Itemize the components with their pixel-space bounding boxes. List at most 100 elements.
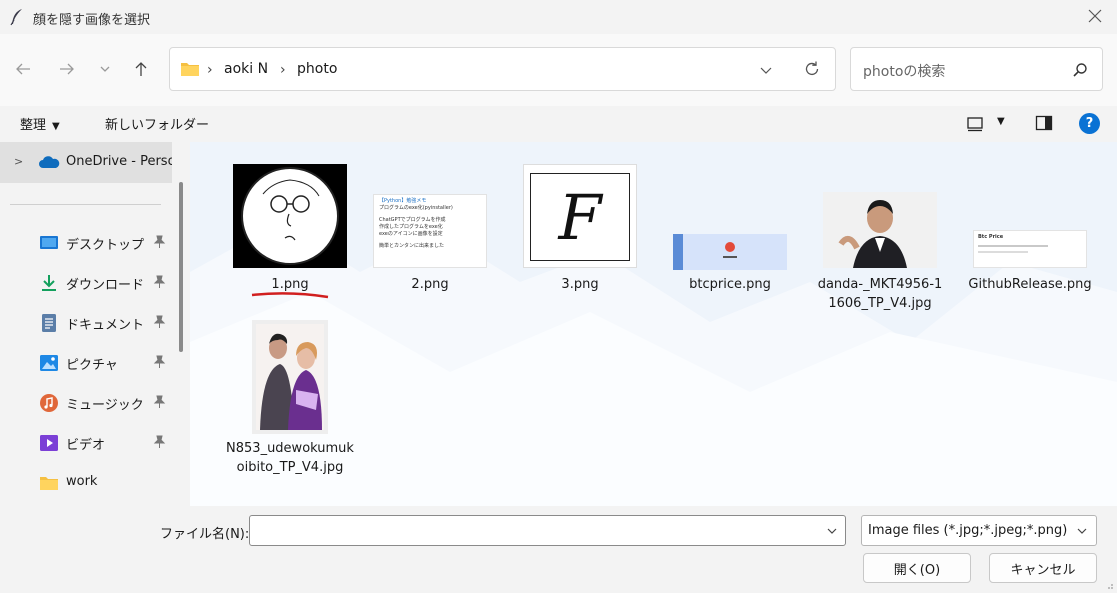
- face-sketch-image: [241, 167, 339, 265]
- search-icon[interactable]: [1072, 62, 1088, 78]
- new-folder-button[interactable]: 新しいフォルダー: [105, 114, 209, 133]
- filename-input[interactable]: [249, 515, 846, 546]
- refresh-icon[interactable]: [803, 60, 821, 78]
- file-item[interactable]: btcprice.png: [665, 164, 795, 292]
- sidebar-item-downloads[interactable]: ダウンロード: [0, 265, 172, 301]
- caret-down-icon: ▼: [52, 121, 60, 132]
- pin-icon: [153, 275, 166, 288]
- file-name: GithubRelease.png: [968, 277, 1092, 292]
- title-bar: 顔を隠す画像を選択: [0, 0, 1117, 34]
- file-item[interactable]: F 3.png: [515, 164, 645, 292]
- sidebar-item-label: ミュージック: [66, 398, 144, 413]
- navigation-pane: > OneDrive - Personal デスクトップ ダウンロード ドキュメ…: [0, 142, 190, 506]
- sidebar-item-label: デスクトップ: [66, 238, 145, 253]
- file-name: 3.png: [561, 277, 599, 292]
- thumbnail-text: 簡単とカンタンに出来ました: [379, 243, 445, 249]
- help-button[interactable]: ?: [1079, 113, 1100, 134]
- sidebar-item-onedrive[interactable]: > OneDrive - Personal: [0, 142, 172, 183]
- file-item[interactable]: N853_udewokumukoibito_TP_V4.jpg: [225, 320, 355, 475]
- sidebar-scrollbar[interactable]: [179, 182, 183, 352]
- music-icon: [40, 394, 58, 412]
- sidebar-item-label: work: [66, 474, 98, 489]
- image-thumbnail: Btc Price: [973, 230, 1087, 268]
- search-placeholder: photoの検索: [863, 64, 946, 80]
- back-button[interactable]: [12, 58, 34, 80]
- arrow-right-icon: [60, 63, 74, 75]
- file-item[interactable]: 【Python】勉強メモ プログラムのexe化(pyinstaller) Cha…: [365, 164, 495, 292]
- preview-pane-icon[interactable]: [1035, 115, 1053, 131]
- sidebar-item-pictures[interactable]: ピクチャ: [0, 345, 172, 381]
- banner-image: [673, 234, 787, 270]
- breadcrumb-aoki[interactable]: aoki N: [224, 61, 268, 77]
- image-thumbnail: F: [523, 164, 637, 268]
- file-item[interactable]: danda-_MKT4956-11606_TP_V4.jpg: [815, 164, 945, 311]
- image-thumbnail: [233, 164, 347, 268]
- chevron-down-icon: [100, 66, 110, 72]
- sidebar-item-label: ダウンロード: [66, 278, 145, 293]
- up-button[interactable]: [130, 58, 152, 80]
- address-bar[interactable]: › aoki N › photo: [169, 47, 836, 91]
- sidebar-item-documents[interactable]: ドキュメント: [0, 305, 172, 341]
- document-icon: [42, 314, 56, 332]
- chevron-right-icon[interactable]: >: [14, 155, 23, 168]
- filetype-select[interactable]: Image files (*.jpg;*.jpeg;*.png): [861, 515, 1097, 546]
- sidebar-item-videos[interactable]: ビデオ: [0, 425, 172, 461]
- image-thumbnail: 【Python】勉強メモ プログラムのexe化(pyinstaller) Cha…: [373, 194, 487, 268]
- file-name: N853_udewokumukoibito_TP_V4.jpg: [226, 441, 354, 475]
- close-icon[interactable]: [1085, 6, 1105, 26]
- folder-icon: [181, 63, 199, 76]
- file-item[interactable]: Btc Price GithubRelease.png: [965, 164, 1095, 292]
- filename-label: ファイル名(N):: [160, 527, 250, 542]
- forward-button[interactable]: [56, 58, 78, 80]
- feather-icon: [10, 9, 22, 26]
- thumbnail-text: プログラムのexe化(pyinstaller): [379, 205, 453, 211]
- sidebar-item-desktop[interactable]: デスクトップ: [0, 225, 172, 261]
- file-name: btcprice.png: [689, 277, 771, 292]
- pin-icon: [153, 355, 166, 368]
- download-icon: [42, 275, 56, 291]
- breadcrumb-photo[interactable]: photo: [297, 61, 337, 77]
- thumbnail-text: ChatGPTでプログラムを作成: [379, 217, 446, 223]
- cloud-icon: [39, 156, 60, 168]
- pin-icon: [153, 235, 166, 248]
- command-bar: 整理 ▼ 新しいフォルダー ▼ ?: [0, 106, 1117, 142]
- pictures-icon: [40, 355, 58, 371]
- organize-menu[interactable]: 整理 ▼: [20, 114, 60, 133]
- thumbnail-line: [978, 245, 1048, 247]
- recent-locations-button[interactable]: [94, 58, 116, 80]
- sidebar-item-label: ドキュメント: [66, 318, 145, 333]
- file-list: 1.png 【Python】勉強メモ プログラムのexe化(pyinstalle…: [190, 142, 1117, 506]
- letter-glyph: F: [530, 173, 630, 261]
- thumbnail-text: Btc Price: [978, 234, 1004, 240]
- caret-down-icon[interactable]: ▼: [997, 116, 1005, 127]
- image-thumbnail: [823, 192, 937, 268]
- organize-label: 整理: [20, 118, 47, 133]
- sidebar-divider: [10, 204, 161, 205]
- pin-icon: [153, 315, 166, 328]
- chevron-down-icon[interactable]: [758, 62, 774, 78]
- view-mode-icon[interactable]: [966, 116, 984, 132]
- sidebar-item-music[interactable]: ミュージック: [0, 385, 172, 421]
- chevron-down-icon[interactable]: [825, 524, 839, 538]
- thumbnail-text: 【Python】勉強メモ: [379, 198, 427, 204]
- arrow-left-icon: [16, 63, 30, 75]
- desktop-icon: [40, 236, 58, 249]
- couple-photo: [252, 320, 328, 434]
- pin-icon: [153, 395, 166, 408]
- filetype-label: Image files (*.jpg;*.jpeg;*.png): [868, 523, 1068, 538]
- sidebar-item-work[interactable]: work: [0, 465, 172, 501]
- dialog-footer: ファイル名(N): Image files (*.jpg;*.jpeg;*.pn…: [0, 506, 1117, 593]
- search-box[interactable]: photoの検索: [850, 47, 1103, 91]
- cancel-button[interactable]: キャンセル: [989, 553, 1097, 583]
- video-icon: [40, 435, 58, 451]
- person-photo: [823, 192, 937, 268]
- chevron-down-icon: [1077, 528, 1087, 534]
- thumbnail-text: exeのアイコンに画像を設定: [379, 231, 443, 237]
- image-thumbnail: [673, 234, 787, 270]
- file-name: 2.png: [411, 277, 449, 292]
- thumbnail-text: 作成したプログラムをexe化: [379, 224, 443, 230]
- image-thumbnail: [252, 320, 328, 434]
- open-button[interactable]: 開く(O): [863, 553, 971, 583]
- resize-grip-icon[interactable]: [1106, 582, 1114, 590]
- file-item[interactable]: 1.png: [225, 164, 355, 292]
